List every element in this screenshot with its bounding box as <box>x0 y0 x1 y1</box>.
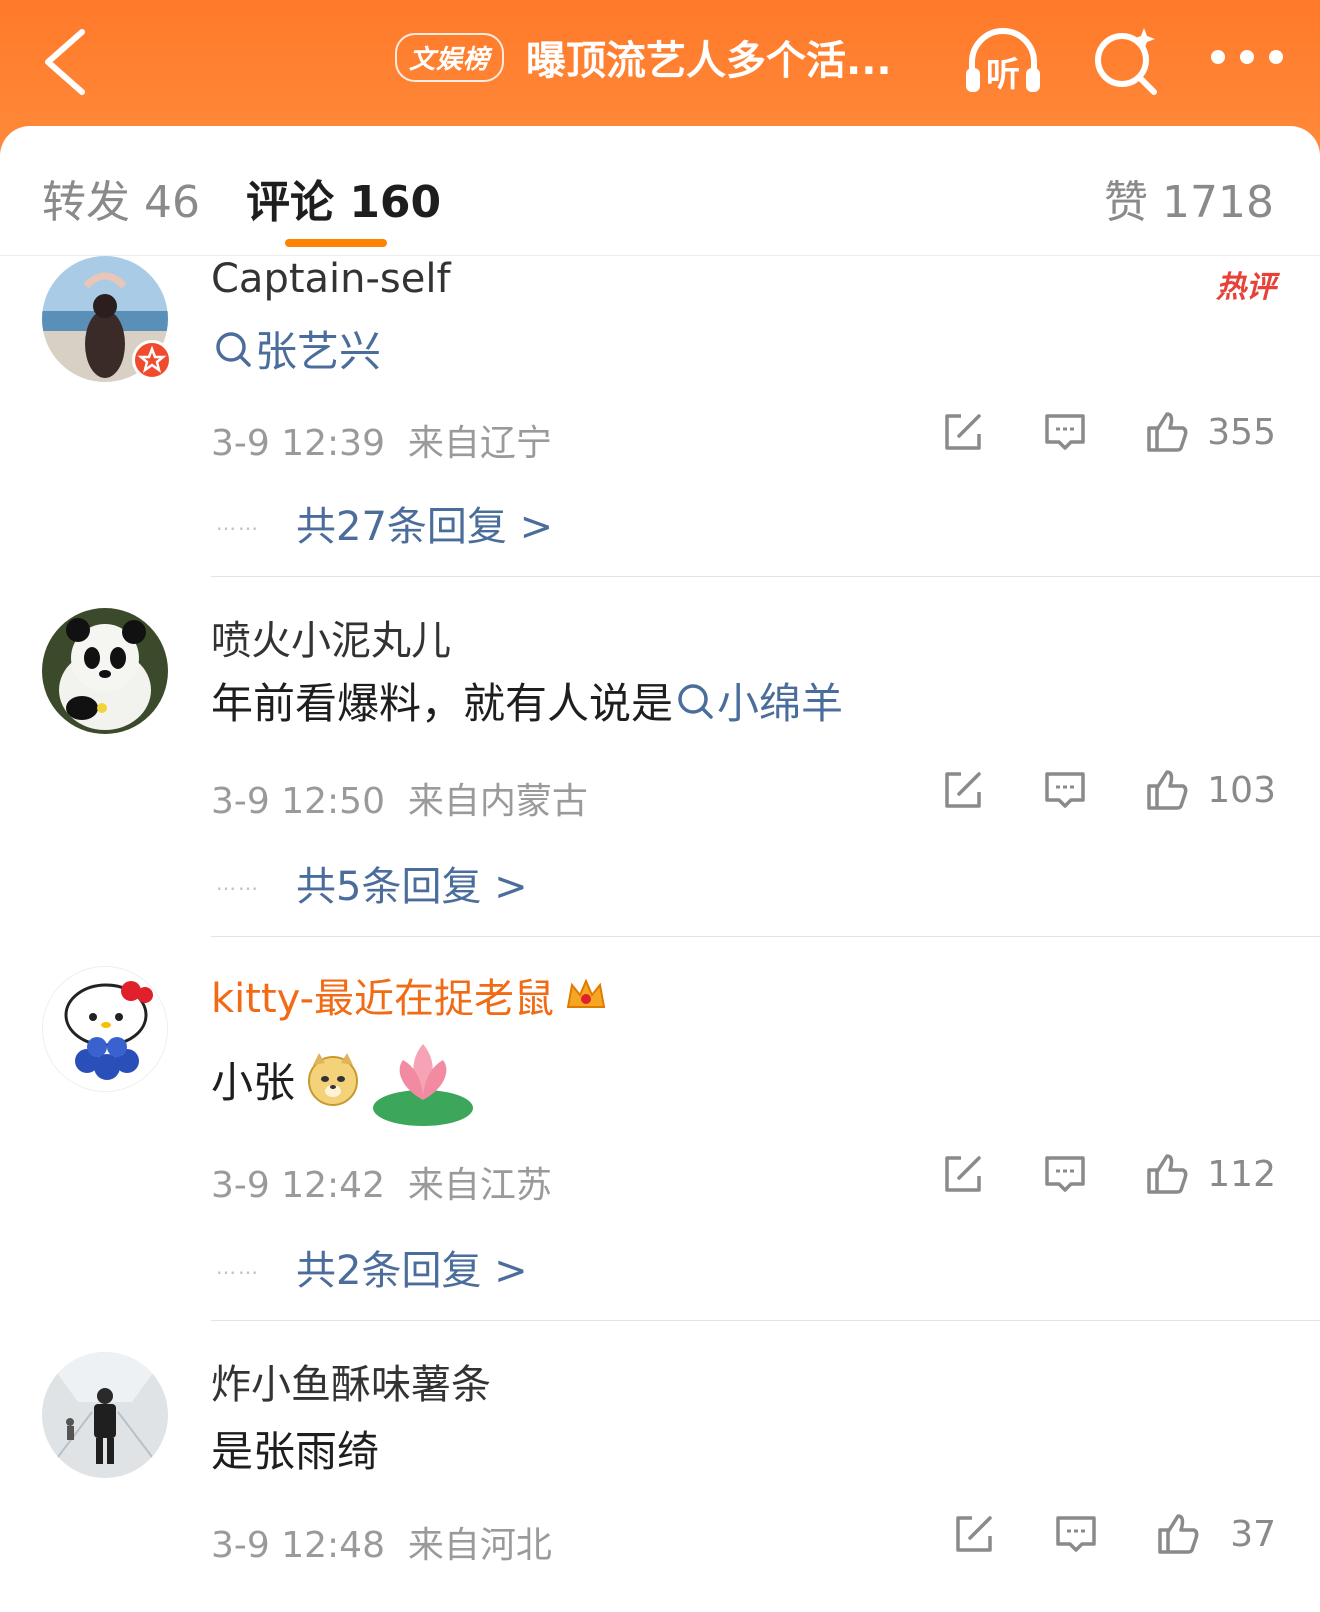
comment-location: 来自河北 <box>407 1525 552 1566</box>
chevron-left-icon <box>45 29 85 95</box>
headphones-icon: 听 <box>966 28 1040 95</box>
username[interactable]: 喷火小泥丸儿 <box>211 608 451 666</box>
thumbs-up-icon[interactable] <box>1143 408 1191 456</box>
share-icon[interactable] <box>939 408 987 456</box>
comment-content: 年前看爆料，就有人说是 小绵羊 <box>211 670 843 731</box>
comment-meta: 3-9 12:42 来自江苏 <box>211 1156 552 1208</box>
divider <box>211 936 1320 937</box>
topic-title[interactable]: 文娱榜 曝顶流艺人多个活... <box>395 30 892 84</box>
comment-item: 炸小鱼酥味薯条 是张雨绮 3-9 12:48 来自河北 37 <box>0 1352 1320 1612</box>
divider <box>211 1320 1320 1321</box>
comment-time: 3-9 12:42 <box>211 1165 385 1206</box>
search-button[interactable] <box>1090 22 1162 98</box>
username[interactable]: 炸小鱼酥味薯条 <box>211 1352 491 1410</box>
username[interactable]: kitty-最近在捉老鼠 <box>211 966 554 1024</box>
comment-icon[interactable] <box>1041 408 1089 456</box>
comment-content: 是张雨绮 <box>211 1418 379 1479</box>
share-icon[interactable] <box>950 1510 998 1558</box>
more-button[interactable] <box>1206 34 1288 80</box>
reply-dots: …… <box>216 511 260 535</box>
doge-emoji-icon <box>308 1053 359 1106</box>
topic-text: 小绵羊 <box>717 679 844 728</box>
comment-time: 3-9 12:48 <box>211 1525 385 1566</box>
comment-actions: 112 <box>939 1150 1276 1198</box>
like-count: 103 <box>1207 769 1276 811</box>
lotus-emoji-icon <box>373 1044 474 1126</box>
comment-actions: 103 <box>939 766 1276 814</box>
ranking-tag: 文娱榜 <box>395 32 505 82</box>
topic-link[interactable]: 张艺兴 <box>211 318 381 379</box>
tab-repost[interactable]: 转发 46 <box>42 166 200 230</box>
topic-link[interactable]: 小绵羊 <box>673 670 843 731</box>
vip-crown-icon <box>566 978 606 1008</box>
search-sparkle-icon <box>1095 28 1157 95</box>
avatar[interactable] <box>42 608 168 734</box>
topic-text: 张艺兴 <box>255 327 382 376</box>
thumbs-up-icon[interactable] <box>1143 766 1191 814</box>
divider <box>211 576 1320 577</box>
tab-bar: 转发 46 评论 160 赞 1718 <box>0 126 1320 256</box>
more-dots-icon <box>1211 50 1283 64</box>
reply-dots: …… <box>216 871 260 895</box>
comment-item: Captain-self 热评 张艺兴 3-9 12:39 来自辽宁 355 …… <box>0 256 1320 577</box>
svg-text:听: 听 <box>986 55 1020 95</box>
view-replies[interactable]: …… 共5条回复 > <box>216 854 528 912</box>
search-icon <box>678 683 713 719</box>
search-icon <box>216 331 251 367</box>
comment-text: 小张 <box>211 1057 296 1107</box>
share-icon[interactable] <box>939 766 987 814</box>
view-replies[interactable]: …… 共2条回复 > <box>216 1238 528 1296</box>
page-title: 曝顶流艺人多个活... <box>526 38 892 84</box>
comment-icon[interactable] <box>1052 1510 1100 1558</box>
share-icon[interactable] <box>939 1150 987 1198</box>
comment-item: kitty-最近在捉老鼠 小张 3-9 12:42 来自江苏 112 …… 共2… <box>0 966 1320 1326</box>
avatar[interactable] <box>42 1352 168 1478</box>
comment-content: 小张 <box>211 1028 481 1130</box>
comment-location: 来自江苏 <box>407 1165 552 1206</box>
avatar-image <box>42 608 168 734</box>
comment-actions: 37 <box>950 1510 1276 1558</box>
like-count: 37 <box>1230 1513 1276 1555</box>
comment-icon[interactable] <box>1041 766 1089 814</box>
comment-content: 张艺兴 <box>211 318 381 379</box>
username[interactable]: Captain-self <box>211 256 451 302</box>
verified-badge <box>132 340 172 380</box>
view-replies[interactable]: …… 共27条回复 > <box>216 494 553 552</box>
comment-meta: 3-9 12:48 来自河北 <box>211 1516 552 1568</box>
comment-location: 来自内蒙古 <box>407 781 588 822</box>
reply-count-link[interactable]: 共2条回复 > <box>296 1238 528 1296</box>
like-count: 112 <box>1207 1153 1276 1195</box>
avatar-image <box>42 1352 168 1478</box>
reply-count-link[interactable]: 共5条回复 > <box>296 854 528 912</box>
comment-item: 喷火小泥丸儿 年前看爆料，就有人说是 小绵羊 3-9 12:50 来自内蒙古 1… <box>0 608 1320 938</box>
listen-button[interactable]: 听 <box>962 22 1044 98</box>
comment-time: 3-9 12:50 <box>211 781 385 822</box>
avatar-image <box>43 967 167 1091</box>
comment-icon[interactable] <box>1041 1150 1089 1198</box>
comment-time: 3-9 12:39 <box>211 423 385 464</box>
comment-location: 来自辽宁 <box>407 423 552 464</box>
like-count: 355 <box>1207 411 1276 453</box>
active-tab-indicator <box>285 239 387 247</box>
star-icon <box>137 345 167 373</box>
back-button[interactable] <box>30 20 110 100</box>
comment-meta: 3-9 12:39 来自辽宁 <box>211 414 552 466</box>
comment-actions: 355 <box>939 408 1276 456</box>
comment-meta: 3-9 12:50 来自内蒙古 <box>211 772 588 824</box>
avatar[interactable] <box>42 966 168 1092</box>
hot-comment-badge: 热评 <box>1216 270 1276 305</box>
tab-comment[interactable]: 评论 160 <box>246 166 441 230</box>
comment-text: 是张雨绮 <box>211 1427 380 1476</box>
thumbs-up-icon[interactable] <box>1154 1510 1202 1558</box>
tab-like[interactable]: 赞 1718 <box>1104 166 1274 230</box>
comment-text: 年前看爆料，就有人说是 <box>211 679 674 728</box>
reply-dots: …… <box>216 1255 260 1279</box>
username-row: kitty-最近在捉老鼠 <box>211 966 608 1024</box>
reply-count-link[interactable]: 共27条回复 > <box>296 494 553 552</box>
thumbs-up-icon[interactable] <box>1143 1150 1191 1198</box>
